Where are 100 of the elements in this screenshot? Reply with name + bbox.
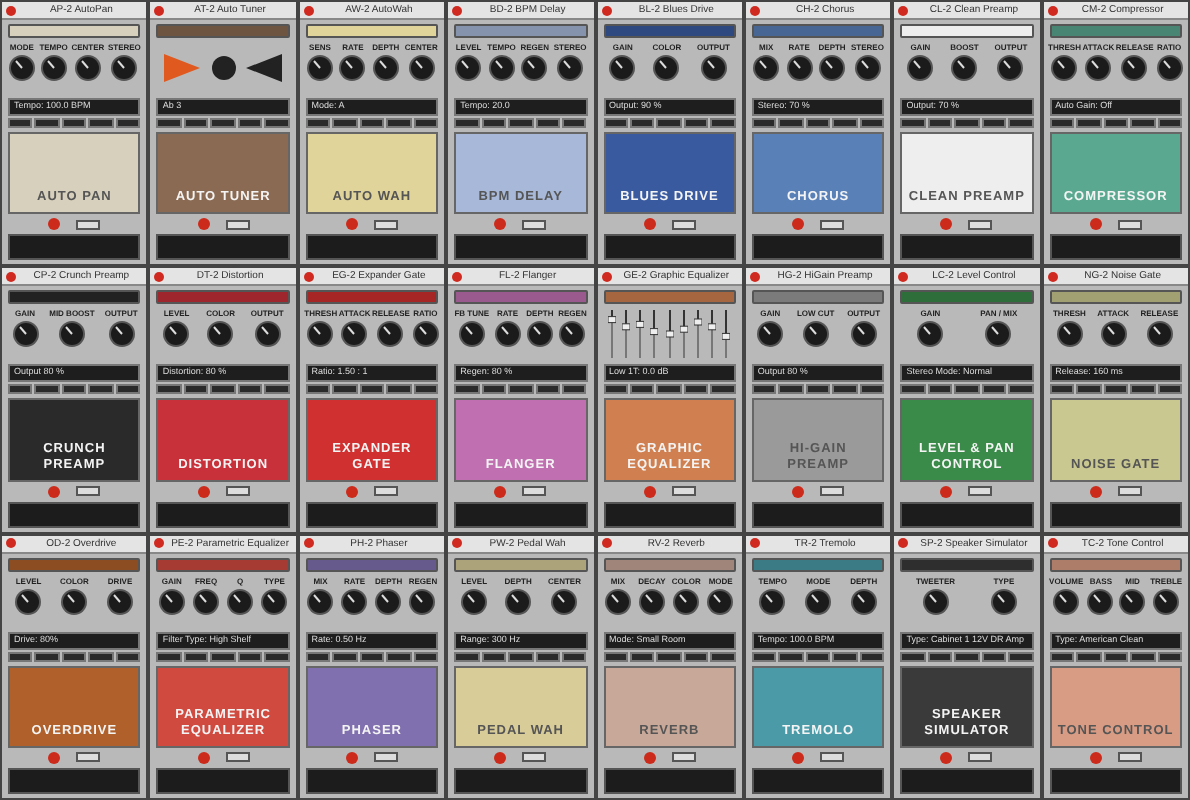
knob[interactable] bbox=[1118, 587, 1147, 616]
knob[interactable] bbox=[376, 320, 405, 349]
power-icon[interactable] bbox=[643, 485, 656, 498]
close-icon[interactable] bbox=[452, 538, 463, 549]
preset-button[interactable] bbox=[927, 651, 953, 662]
preset-button[interactable] bbox=[88, 384, 114, 395]
power-icon[interactable] bbox=[197, 218, 210, 231]
option-button[interactable] bbox=[373, 752, 398, 763]
preset-button[interactable] bbox=[1103, 118, 1129, 128]
close-icon[interactable] bbox=[154, 271, 165, 282]
preset-button[interactable] bbox=[210, 384, 236, 395]
close-icon[interactable] bbox=[1047, 271, 1058, 282]
preset-button[interactable] bbox=[115, 651, 141, 662]
knob[interactable] bbox=[849, 320, 878, 349]
preset-button[interactable] bbox=[481, 651, 507, 662]
preset-button[interactable] bbox=[8, 118, 33, 128]
knob[interactable] bbox=[1152, 587, 1181, 616]
close-icon[interactable] bbox=[154, 538, 165, 549]
preset-button[interactable] bbox=[332, 384, 358, 395]
preset-button[interactable] bbox=[710, 118, 736, 128]
knob[interactable] bbox=[984, 320, 1013, 349]
knob[interactable] bbox=[260, 587, 289, 616]
preset-button[interactable] bbox=[1157, 651, 1182, 662]
knob[interactable] bbox=[374, 587, 403, 616]
preset-button[interactable] bbox=[927, 384, 953, 395]
power-icon[interactable] bbox=[792, 218, 805, 231]
preset-button[interactable] bbox=[1157, 384, 1182, 395]
knob[interactable] bbox=[652, 54, 681, 82]
preset-button[interactable] bbox=[115, 118, 141, 128]
preset-button[interactable] bbox=[805, 651, 831, 662]
option-button[interactable] bbox=[671, 486, 696, 497]
knob[interactable] bbox=[801, 320, 830, 349]
preset-button[interactable] bbox=[562, 384, 587, 395]
preset-button[interactable] bbox=[778, 118, 804, 128]
knob[interactable] bbox=[637, 587, 666, 616]
knob[interactable] bbox=[520, 54, 549, 82]
preset-button[interactable] bbox=[710, 651, 736, 662]
option-button[interactable] bbox=[820, 219, 845, 230]
option-button[interactable] bbox=[968, 486, 993, 497]
power-icon[interactable] bbox=[345, 218, 358, 231]
preset-button[interactable] bbox=[481, 118, 507, 128]
preset-button[interactable] bbox=[1008, 384, 1034, 395]
close-icon[interactable] bbox=[154, 5, 165, 15]
preset-button[interactable] bbox=[61, 384, 87, 395]
knob[interactable] bbox=[340, 320, 369, 349]
preset-button[interactable] bbox=[656, 118, 682, 128]
option-button[interactable] bbox=[373, 486, 398, 497]
knob[interactable] bbox=[487, 54, 516, 82]
close-icon[interactable] bbox=[452, 5, 463, 15]
eq-slider[interactable] bbox=[722, 310, 731, 359]
preset-button[interactable] bbox=[1103, 651, 1129, 662]
preset-button[interactable] bbox=[454, 384, 480, 395]
preset-button[interactable] bbox=[237, 651, 263, 662]
knob[interactable] bbox=[699, 54, 728, 82]
preset-button[interactable] bbox=[981, 651, 1007, 662]
preset-button[interactable] bbox=[156, 651, 182, 662]
option-button[interactable] bbox=[1117, 752, 1142, 763]
option-button[interactable] bbox=[522, 752, 547, 763]
preset-button[interactable] bbox=[683, 651, 709, 662]
power-icon[interactable] bbox=[792, 751, 805, 764]
option-button[interactable] bbox=[225, 486, 250, 497]
preset-button[interactable] bbox=[1130, 651, 1155, 662]
preset-button[interactable] bbox=[629, 384, 655, 395]
power-icon[interactable] bbox=[197, 485, 210, 498]
close-icon[interactable] bbox=[898, 5, 909, 15]
option-button[interactable] bbox=[820, 752, 845, 763]
knob[interactable] bbox=[340, 587, 369, 616]
preset-button[interactable] bbox=[413, 118, 439, 128]
eq-slider[interactable] bbox=[608, 310, 617, 359]
knob[interactable] bbox=[556, 54, 585, 82]
knob[interactable] bbox=[818, 54, 847, 82]
preset-button[interactable] bbox=[413, 651, 439, 662]
power-icon[interactable] bbox=[48, 485, 61, 498]
close-icon[interactable] bbox=[898, 538, 909, 549]
eq-slider[interactable] bbox=[622, 310, 631, 359]
knob[interactable] bbox=[752, 54, 781, 82]
knob[interactable] bbox=[989, 587, 1018, 616]
preset-button[interactable] bbox=[778, 651, 804, 662]
knob[interactable] bbox=[916, 320, 945, 349]
power-icon[interactable] bbox=[1089, 751, 1102, 764]
knob[interactable] bbox=[338, 54, 367, 82]
preset-button[interactable] bbox=[656, 384, 682, 395]
option-button[interactable] bbox=[820, 486, 845, 497]
option-button[interactable] bbox=[671, 219, 696, 230]
power-icon[interactable] bbox=[48, 218, 61, 231]
knob[interactable] bbox=[110, 54, 139, 82]
knob[interactable] bbox=[206, 320, 235, 349]
knob[interactable] bbox=[14, 587, 43, 616]
knob[interactable] bbox=[921, 587, 950, 616]
preset-button[interactable] bbox=[710, 384, 736, 395]
power-icon[interactable] bbox=[197, 751, 210, 764]
preset-button[interactable] bbox=[1008, 651, 1034, 662]
knob[interactable] bbox=[608, 54, 637, 82]
knob[interactable] bbox=[1084, 54, 1113, 82]
preset-button[interactable] bbox=[603, 384, 628, 395]
preset-button[interactable] bbox=[603, 651, 628, 662]
knob[interactable] bbox=[1120, 54, 1149, 82]
knob[interactable] bbox=[706, 587, 735, 616]
power-icon[interactable] bbox=[345, 751, 358, 764]
preset-button[interactable] bbox=[183, 118, 209, 128]
